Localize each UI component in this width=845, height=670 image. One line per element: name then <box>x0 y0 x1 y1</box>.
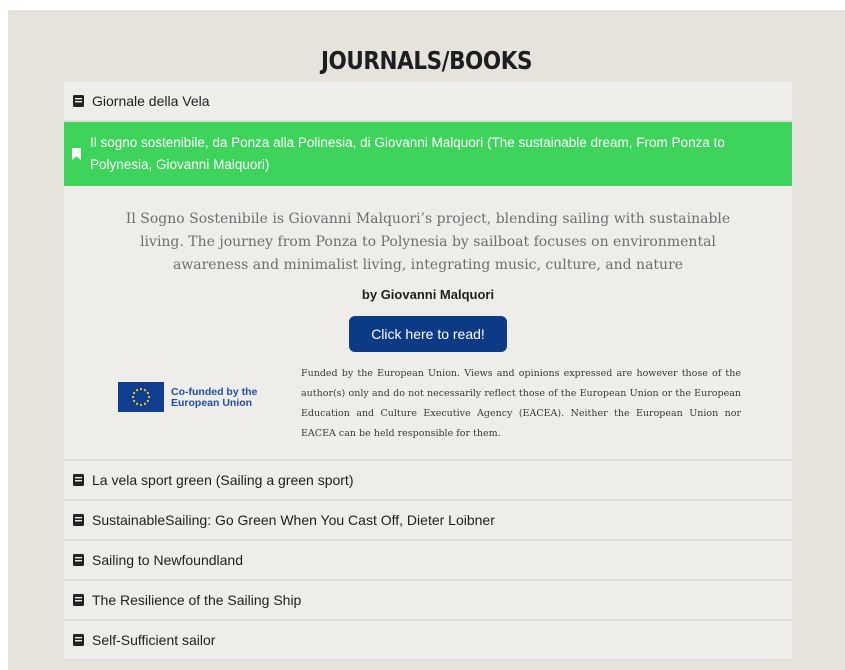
accordion-item-label: Giornale della Vela <box>92 93 210 109</box>
book-icon <box>73 594 84 606</box>
accordion-item-giornale-della-vela[interactable]: Giornale della Vela <box>64 82 792 122</box>
eu-flag-icon <box>118 382 164 412</box>
book-icon <box>73 474 84 486</box>
accordion-item-la-vela-sport-green[interactable]: La vela sport green (Sailing a green spo… <box>64 461 792 501</box>
accordion-item-label: La vela sport green (Sailing a green spo… <box>92 472 354 488</box>
accordion: Giornale della Vela Il sogno sostenibile… <box>64 82 792 661</box>
book-description: Il Sogno Sostenibile is Giovanni Malquor… <box>125 211 731 273</box>
accordion-item-label: Il sogno sostenibile, da Ponza alla Poli… <box>90 135 725 172</box>
book-icon <box>73 554 84 566</box>
accordion-item-label: Sailing to Newfoundland <box>92 552 243 568</box>
book-icon <box>73 95 84 107</box>
funding-disclaimer: Funded by the European Union. Views and … <box>301 368 741 439</box>
page-background: JOURNALS/BOOKS Giornale della Vela Il so… <box>8 10 845 670</box>
book-icon <box>73 514 84 526</box>
accordion-item-resilience-of-the-sailing-ship[interactable]: The Resilience of the Sailing Ship <box>64 581 792 621</box>
accordion-item-sustainable-sailing[interactable]: SustainableSailing: Go Green When You Ca… <box>64 501 792 541</box>
accordion-item-label: The Resilience of the Sailing Ship <box>92 592 302 608</box>
accordion-item-sailing-to-newfoundland[interactable]: Sailing to Newfoundland <box>64 541 792 581</box>
accordion-panel: Il Sogno Sostenibile is Giovanni Malquor… <box>64 186 792 461</box>
book-icon <box>73 634 84 646</box>
read-button[interactable]: Click here to read! <box>349 316 507 352</box>
page-title: JOURNALS/BOOKS <box>320 46 533 75</box>
accordion-item-label: SustainableSailing: Go Green When You Ca… <box>92 512 495 528</box>
eu-cofunded-logo: Co-funded by the European Union <box>118 382 270 412</box>
accordion-item-il-sogno-sostenibile[interactable]: Il sogno sostenibile, da Ponza alla Poli… <box>64 122 792 186</box>
accordion-item-self-sufficient-sailor[interactable]: Self-Sufficient sailor <box>64 621 792 661</box>
bookmark-icon <box>72 148 81 160</box>
accordion-item-label: Self-Sufficient sailor <box>92 632 216 648</box>
book-author: by Giovanni Malquori <box>361 287 495 302</box>
eu-logo-text: Co-funded by the European Union <box>171 386 258 409</box>
